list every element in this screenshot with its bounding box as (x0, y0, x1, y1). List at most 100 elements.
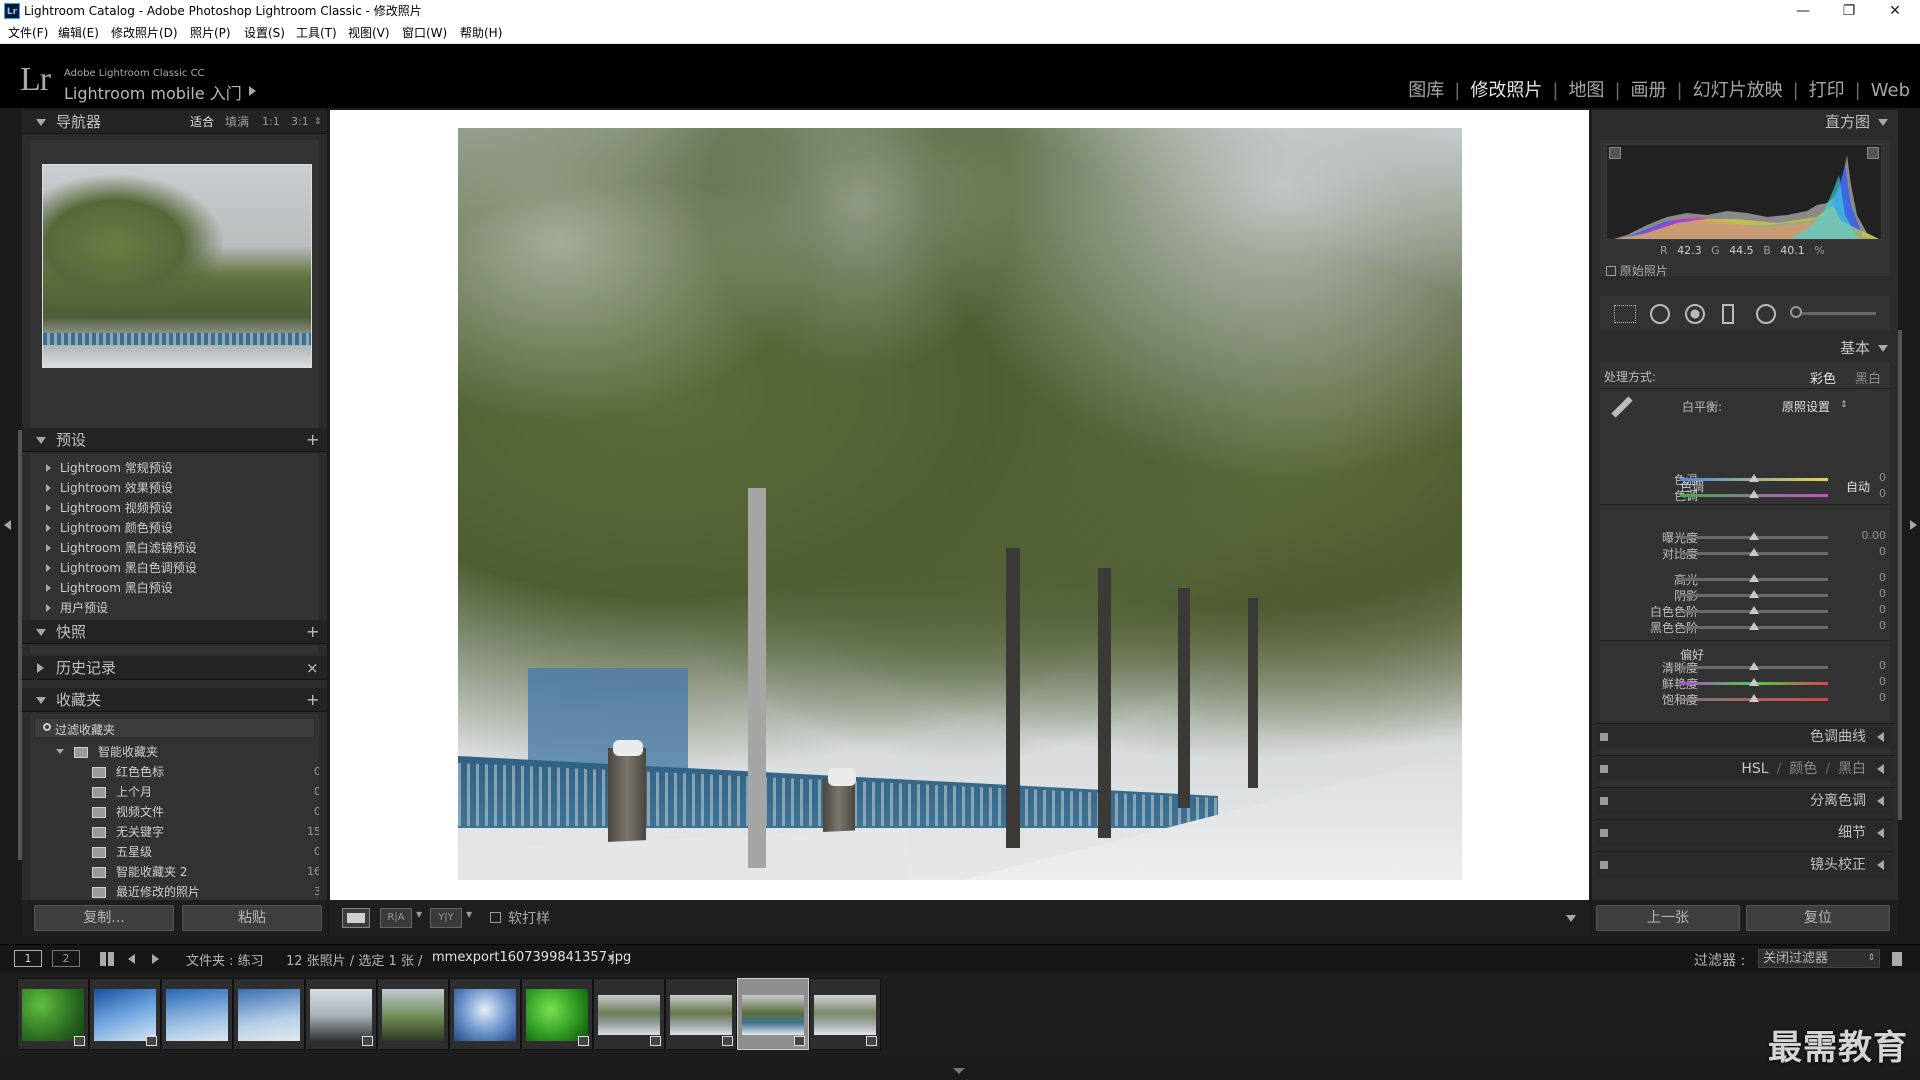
preset-folder[interactable]: Lightroom 常规预设 (30, 458, 335, 478)
slider-4[interactable]: 对比度0 (1592, 544, 1898, 562)
menu-window[interactable]: 窗口(W) (402, 22, 447, 44)
preset-folder[interactable]: Lightroom 黑白预设 (30, 578, 335, 598)
slider-value[interactable]: 0 (1879, 603, 1886, 616)
slider-value[interactable]: 0 (1879, 659, 1886, 672)
menu-edit[interactable]: 编辑(E) (58, 22, 99, 44)
graduated-filter-icon[interactable] (1722, 304, 1734, 324)
highlight-clipping-toggle-icon[interactable] (1867, 147, 1879, 159)
right-scrollbar[interactable] (1898, 330, 1902, 820)
detail-section[interactable]: 细节 (1596, 819, 1894, 845)
source-folder[interactable]: 文件夹 : 练习 (186, 950, 264, 969)
add-snapshot-button[interactable]: + (306, 620, 319, 644)
slider-knob[interactable] (1749, 490, 1759, 498)
slider-knob[interactable] (1749, 694, 1759, 702)
right-panel-toggle-icon[interactable] (1910, 520, 1917, 530)
menu-help[interactable]: 帮助(H) (460, 22, 502, 44)
before-after-swap-button[interactable]: Y|Y (430, 908, 462, 928)
before-after-button[interactable]: R|A (380, 908, 412, 928)
slider-value[interactable]: 0.00 (1862, 529, 1887, 542)
filmstrip-thumbnail[interactable] (233, 978, 305, 1050)
minimize-button[interactable]: — (1780, 0, 1826, 22)
menu-develop[interactable]: 修改照片(D) (111, 22, 178, 44)
previous-photo-icon[interactable] (128, 954, 135, 964)
filename-dropdown-icon[interactable]: ▼ (608, 953, 614, 962)
swap-dropdown-icon[interactable]: ▼ (466, 910, 472, 919)
histogram-header[interactable]: 直方图 (1592, 110, 1898, 134)
paste-settings-button[interactable]: 粘贴 (182, 905, 322, 931)
histogram-graph[interactable] (1606, 144, 1882, 240)
module-book[interactable]: 画册 (1631, 76, 1667, 102)
filmstrip-thumbnail[interactable] (161, 978, 233, 1050)
split-toning-section[interactable]: 分离色调 (1596, 787, 1894, 813)
zoom-fit[interactable]: 适合 (190, 110, 214, 134)
previous-settings-button[interactable]: 上一张 (1596, 905, 1740, 931)
original-photo-checkbox[interactable] (1606, 266, 1616, 276)
left-panel-toggle-icon[interactable] (4, 520, 11, 530)
panel-switch-icon[interactable] (1600, 797, 1608, 805)
toolbar-menu-icon[interactable] (1566, 915, 1576, 922)
filmstrip-thumbnail[interactable] (593, 978, 665, 1050)
slider-value[interactable]: 0 (1879, 571, 1886, 584)
collection-item[interactable]: 智能收藏夹 2 16 (30, 862, 319, 882)
close-button[interactable]: ✕ (1872, 0, 1918, 22)
original-photo-toggle[interactable]: 原始照片 (1606, 262, 1668, 279)
preset-folder[interactable]: Lightroom 黑白色调预设 (30, 558, 335, 578)
soft-proof-checkbox[interactable] (490, 912, 501, 923)
filmstrip-thumbnail[interactable] (521, 978, 593, 1050)
loupe-view-button[interactable] (342, 908, 370, 928)
history-header[interactable]: 历史记录 × (22, 656, 327, 680)
collections-header[interactable]: 收藏夹 + (22, 688, 327, 712)
main-photo[interactable] (458, 128, 1462, 880)
collection-item[interactable]: 视频文件 0 (30, 802, 319, 822)
navigator-area[interactable] (30, 140, 319, 452)
hsl-tab[interactable]: HSL (1741, 761, 1768, 777)
collection-item[interactable]: 上个月 0 (30, 782, 319, 802)
crop-tool-icon[interactable] (1614, 305, 1636, 323)
grid-view-icon[interactable] (100, 952, 114, 966)
bottom-panel-toggle-icon[interactable] (953, 1068, 965, 1074)
filmstrip-thumbnail-selected[interactable] (737, 978, 809, 1050)
slider-knob[interactable] (1749, 548, 1759, 556)
color-tab[interactable]: 颜色 (1789, 761, 1817, 777)
presets-header[interactable]: 预设 + (22, 428, 327, 452)
restore-button[interactable]: ❐ (1826, 0, 1872, 22)
collection-item[interactable]: 红色色标 0 (30, 762, 319, 782)
next-photo-icon[interactable] (152, 954, 159, 964)
preset-folder[interactable]: Lightroom 效果预设 (30, 478, 335, 498)
treatment-color-button[interactable]: 彩色 (1810, 368, 1836, 387)
slider-value[interactable]: 0 (1879, 545, 1886, 558)
slider-knob[interactable] (1749, 532, 1759, 540)
slider-value[interactable]: 0 (1879, 619, 1886, 632)
menu-view[interactable]: 视图(V) (348, 22, 390, 44)
module-library[interactable]: 图库 (1408, 76, 1444, 102)
module-develop[interactable]: 修改照片 (1470, 76, 1542, 102)
preset-folder[interactable]: Lightroom 颜色预设 (30, 518, 335, 538)
lens-correction-section[interactable]: 镜头校正 (1596, 851, 1894, 877)
preset-folder[interactable]: Lightroom 黑白滤镜预设 (30, 538, 335, 558)
menu-photo[interactable]: 照片(P) (190, 22, 231, 44)
adjustment-brush-icon[interactable] (1790, 306, 1802, 318)
collection-item[interactable]: 五星级 0 (30, 842, 319, 862)
reset-button[interactable]: 复位 (1746, 905, 1890, 931)
tone-auto-button[interactable]: 自动 (1846, 478, 1870, 495)
filmstrip-thumbnail[interactable] (449, 978, 521, 1050)
white-balance-dropdown[interactable]: 原照设置 (1782, 398, 1830, 415)
panel-switch-icon[interactable] (1600, 829, 1608, 837)
navigator-preview-image[interactable] (42, 164, 312, 368)
clear-history-button[interactable]: × (306, 656, 319, 680)
slider-knob[interactable] (1749, 606, 1759, 614)
copy-settings-button[interactable]: 复制... (34, 905, 174, 931)
slider-knob[interactable] (1749, 662, 1759, 670)
zoom-1-1[interactable]: 1:1 (262, 110, 280, 134)
slider-value[interactable]: 0 (1879, 487, 1886, 500)
slider-knob[interactable] (1749, 678, 1759, 686)
add-collection-button[interactable]: + (306, 688, 319, 712)
slider-value[interactable]: 0 (1879, 675, 1886, 688)
slider-value[interactable]: 0 (1879, 471, 1886, 484)
module-print[interactable]: 打印 (1809, 76, 1845, 102)
smart-collections-group[interactable]: 智能收藏夹 (30, 742, 319, 762)
secondary-window-button[interactable]: 2 (52, 950, 80, 967)
collection-item[interactable]: 最近修改的照片 3 (30, 882, 319, 900)
current-filename[interactable]: mmexport1607399841357.jpg (432, 950, 631, 965)
module-slideshow[interactable]: 幻灯片放映 (1693, 76, 1783, 102)
